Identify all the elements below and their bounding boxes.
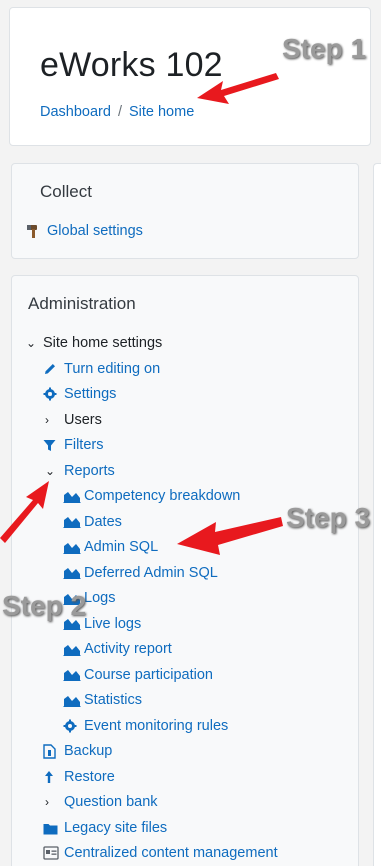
- area-chart-icon: [63, 486, 81, 506]
- administration-block-title: Administration: [28, 294, 136, 313]
- question-bank-label: Question bank: [64, 794, 158, 810]
- legacy-site-files-link[interactable]: Legacy site files: [43, 818, 167, 838]
- collect-block-title: Collect: [40, 182, 92, 201]
- report-item-label: Event monitoring rules: [84, 717, 229, 734]
- question-bank-node[interactable]: › Question bank: [45, 792, 158, 812]
- turn-editing-on-link[interactable]: Turn editing on: [43, 359, 160, 379]
- administration-block: Administration ⌄ Site home settings Turn…: [11, 275, 359, 866]
- legacy-site-files-label: Legacy site files: [64, 820, 168, 836]
- report-item-label: Course participation: [84, 666, 213, 683]
- collect-block: Collect Global settings: [11, 163, 359, 259]
- centralized-content-label: Centralized content management: [64, 845, 278, 861]
- area-chart-icon: [63, 563, 81, 583]
- report-item-label: Competency breakdown: [84, 488, 241, 504]
- gear-icon: [63, 716, 81, 736]
- upload-arrow-icon: [43, 767, 61, 787]
- backup-label: Backup: [64, 743, 113, 759]
- page-title: eWorks 102: [40, 46, 223, 84]
- filters-label: Filters: [64, 437, 104, 453]
- step1-annotation: Step 1: [282, 33, 367, 64]
- report-item[interactable]: Dates: [63, 512, 122, 532]
- report-item-label: Statistics: [84, 692, 143, 708]
- users-label: Users: [64, 412, 102, 428]
- reports-node[interactable]: ⌄ Reports: [45, 461, 115, 481]
- global-settings-link[interactable]: Global settings: [26, 221, 143, 241]
- turn-editing-on-label: Turn editing on: [64, 361, 161, 377]
- filter-icon: [43, 435, 61, 455]
- main-content-edge: [373, 163, 381, 866]
- pencil-icon: [43, 359, 61, 379]
- area-chart-icon: [63, 639, 81, 659]
- global-settings-label: Global settings: [47, 223, 143, 239]
- area-chart-icon: [63, 512, 81, 532]
- report-item-label: Dates: [84, 513, 122, 530]
- settings-link[interactable]: Settings: [43, 384, 116, 404]
- restore-link[interactable]: Restore: [43, 767, 115, 787]
- chevron-right-icon: ›: [45, 795, 49, 809]
- report-item-label: Logs: [84, 590, 116, 606]
- settings-label: Settings: [64, 386, 117, 402]
- breadcrumb-site-home-link[interactable]: Site home: [129, 104, 194, 120]
- report-item[interactable]: Course participation: [63, 665, 213, 685]
- breadcrumb: Dashboard / Site home: [40, 104, 194, 120]
- report-item-label: Activity report: [84, 641, 172, 657]
- page-header: eWorks 102 Dashboard / Site home: [9, 7, 371, 146]
- site-home-settings-label: Site home settings: [43, 335, 163, 351]
- users-node[interactable]: › Users: [45, 410, 102, 430]
- step2-annotation: Step 2: [2, 590, 87, 621]
- restore-label: Restore: [64, 769, 115, 785]
- area-chart-icon: [63, 665, 81, 685]
- report-item[interactable]: Competency breakdown: [63, 486, 240, 506]
- backup-link[interactable]: Backup: [43, 741, 112, 761]
- gear-icon: [43, 384, 61, 404]
- report-item-label: Live logs: [84, 615, 142, 632]
- area-chart-icon: [63, 537, 81, 557]
- report-item-label: Admin SQL: [84, 539, 159, 555]
- hammer-icon: [26, 221, 44, 241]
- report-item[interactable]: Event monitoring rules: [63, 716, 228, 736]
- filters-link[interactable]: Filters: [43, 435, 103, 455]
- content-bank-icon: [43, 843, 61, 863]
- breadcrumb-separator: /: [117, 104, 122, 120]
- site-home-settings-node[interactable]: ⌄ Site home settings: [26, 333, 162, 353]
- chevron-right-icon: ›: [45, 413, 49, 427]
- breadcrumb-dashboard-link[interactable]: Dashboard: [40, 104, 111, 120]
- report-item[interactable]: Admin SQL: [63, 537, 158, 557]
- chevron-down-icon: ⌄: [26, 336, 37, 350]
- backup-file-icon: [43, 741, 61, 761]
- reports-label: Reports: [64, 463, 115, 479]
- report-item[interactable]: Deferred Admin SQL: [63, 563, 218, 583]
- chevron-down-icon: ⌄: [45, 464, 56, 478]
- area-chart-icon: [63, 690, 81, 710]
- centralized-content-link[interactable]: Centralized content management: [43, 843, 278, 863]
- step3-annotation: Step 3: [286, 502, 371, 533]
- report-item[interactable]: Statistics: [63, 690, 142, 710]
- report-item[interactable]: Activity report: [63, 639, 172, 659]
- folder-icon: [43, 818, 61, 838]
- report-item-label: Deferred Admin SQL: [84, 564, 218, 581]
